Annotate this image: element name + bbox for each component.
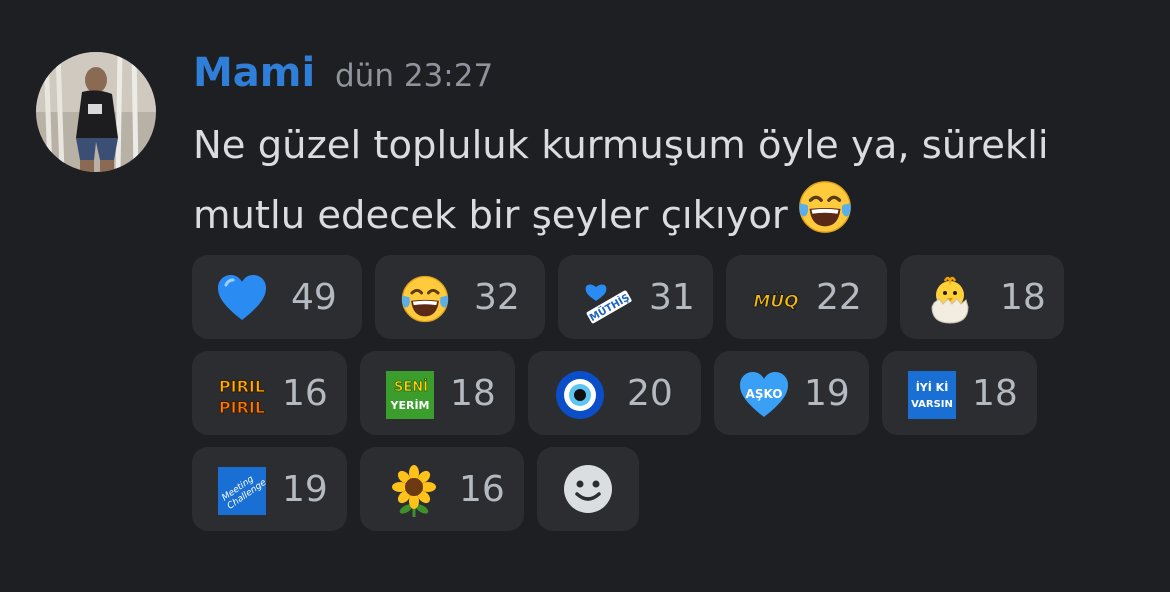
reaction-nazar-amulet[interactable]: 20 <box>528 351 701 435</box>
message-text: Ne güzel topluluk kurmuşum öyle ya, süre… <box>193 123 1049 238</box>
reaction-hatching-chick[interactable]: 18 <box>900 255 1064 339</box>
reaction-count: 19 <box>804 373 850 414</box>
reaction-count: 18 <box>450 373 496 414</box>
author-name[interactable]: Mami <box>193 49 315 97</box>
reaction-count: 18 <box>972 373 1018 414</box>
sunflower-icon <box>388 465 440 517</box>
reaction-count: 18 <box>1000 277 1046 318</box>
sticker-text: AŞKO <box>746 387 783 401</box>
reaction-count: 49 <box>291 277 337 318</box>
muthis-sticker-icon: MÜTHİŞ <box>582 273 634 325</box>
message-content: Ne güzel topluluk kurmuşum öyle ya, süre… <box>193 114 1153 256</box>
sticker-text: PIRIL <box>219 377 265 396</box>
meeting-challenge-sticker-icon: Meeting Challenge <box>216 465 268 517</box>
sticker-text: VARSIN <box>911 399 953 410</box>
seni-yerim-sticker-icon: SENİ YERİM <box>384 369 436 421</box>
blue-heart-icon <box>216 273 268 325</box>
reaction-count: 20 <box>627 373 673 414</box>
sticker-text: İYİ Kİ <box>916 380 949 394</box>
sticker-text: MÜQ <box>753 290 798 312</box>
iyi-ki-varsin-sticker-icon: İYİ Kİ VARSIN <box>906 369 958 421</box>
reaction-asko[interactable]: AŞKO 19 <box>714 351 869 435</box>
reaction-count: 16 <box>282 373 328 414</box>
message-view: Mami dün 23:27 Ne güzel topluluk kurmuşu… <box>0 0 1170 592</box>
sticker-text: YERİM <box>390 398 430 412</box>
reaction-piril-piril[interactable]: PIRIL PIRIL 16 <box>192 351 347 435</box>
joy-emoji-icon <box>796 178 854 256</box>
reaction-count: 31 <box>649 277 695 318</box>
reaction-iyi-ki-varsin[interactable]: İYİ Kİ VARSIN 18 <box>882 351 1037 435</box>
reaction-count: 16 <box>459 469 505 510</box>
add-reaction-button[interactable] <box>537 447 639 531</box>
sticker-text: PIRIL <box>219 398 265 417</box>
piril-piril-sticker-icon: PIRIL PIRIL <box>216 369 268 421</box>
reaction-blue-heart[interactable]: 49 <box>192 255 362 339</box>
reaction-muthis[interactable]: MÜTHİŞ 31 <box>558 255 713 339</box>
reaction-count: 22 <box>816 277 862 318</box>
reaction-seni-yerim[interactable]: SENİ YERİM 18 <box>360 351 515 435</box>
reaction-count: 32 <box>474 277 520 318</box>
reaction-meeting-challenge[interactable]: Meeting Challenge 19 <box>192 447 347 531</box>
reaction-joy[interactable]: 32 <box>375 255 545 339</box>
hatching-chick-icon <box>924 273 976 325</box>
avatar[interactable] <box>36 52 156 172</box>
message-timestamp[interactable]: dün 23:27 <box>335 58 493 94</box>
reaction-sunflower[interactable]: 16 <box>360 447 524 531</box>
reaction-count: 19 <box>282 469 328 510</box>
joy-icon <box>399 273 451 325</box>
reaction-muq[interactable]: MÜQ 22 <box>726 255 887 339</box>
muq-sticker-icon: MÜQ <box>750 273 802 325</box>
smiley-add-reaction-icon <box>564 465 612 513</box>
sticker-text: SENİ <box>394 379 428 395</box>
nazar-amulet-icon <box>554 369 606 421</box>
asko-heart-sticker-icon: AŞKO <box>738 369 790 421</box>
